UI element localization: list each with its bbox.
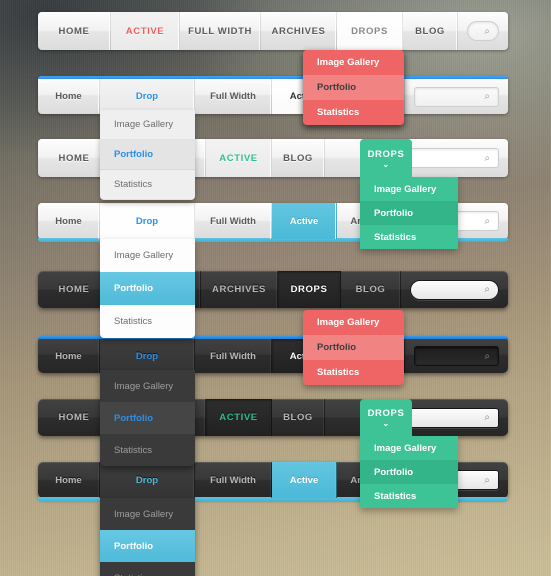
dropdown-item-image-gallery[interactable]: Image Gallery	[303, 50, 404, 75]
dropdown-item-statistics[interactable]: Statistics	[100, 434, 195, 466]
dropdown-item-image-gallery[interactable]: Image Gallery	[100, 370, 195, 402]
dropdown-drop-light[interactable]: Image Gallery Portfolio Statistics	[100, 110, 195, 200]
dropdown-drops-red[interactable]: Image Gallery Portfolio Statistics	[303, 310, 404, 385]
search-icon: ⌕	[484, 152, 490, 164]
dropdown-item-image-gallery[interactable]: Image Gallery	[360, 177, 458, 201]
tab-home[interactable]: Home	[38, 79, 100, 114]
tab-drops[interactable]: DROPS	[337, 12, 403, 50]
search-container[interactable]: ⌕	[405, 339, 508, 373]
dropdown-drop-dark-cyan[interactable]: Image Gallery Portfolio Statistics	[100, 498, 195, 576]
search-icon: ⌕	[484, 412, 490, 423]
tab-full-width[interactable]: Full Width	[195, 79, 272, 114]
search-input[interactable]: ⌕	[467, 21, 499, 41]
tab-active[interactable]: Active	[272, 462, 337, 498]
search-container[interactable]: ⌕	[458, 12, 508, 50]
tab-drop[interactable]: Drop	[100, 339, 195, 373]
dropdown-item-portfolio[interactable]: Portfolio	[100, 272, 195, 305]
tab-archives[interactable]: ARCHIVES	[261, 12, 337, 50]
dropdown-item-portfolio[interactable]: Portfolio	[100, 140, 195, 170]
tab-active[interactable]: ACTIVE	[111, 12, 180, 50]
dropdown-item-statistics[interactable]: Statistics	[100, 305, 195, 338]
dropdown-item-statistics[interactable]: Statistics	[360, 484, 458, 508]
dropdown-item-image-gallery[interactable]: Image Gallery	[100, 498, 195, 530]
dropdown-drops-red[interactable]: Image Gallery Portfolio Statistics	[303, 50, 404, 125]
tab-home[interactable]: HOME	[38, 12, 111, 50]
tab-home[interactable]: Home	[38, 203, 100, 239]
search-container[interactable]: ⌕	[405, 79, 508, 114]
chevron-down-icon: ⌄	[382, 159, 390, 169]
search-icon: ⌕	[484, 284, 490, 295]
dropdown-item-statistics[interactable]: Statistics	[303, 360, 404, 385]
search-icon: ⌕	[484, 25, 490, 37]
tab-blog[interactable]: BLOG	[272, 139, 325, 177]
tab-drops-green[interactable]: DROPS ⌄	[360, 399, 412, 436]
tab-drops-label: DROPS	[367, 408, 405, 419]
chevron-down-icon: ⌄	[382, 419, 390, 428]
tab-full-width[interactable]: Full Width	[195, 462, 272, 498]
tab-blog[interactable]: BLOG	[272, 399, 325, 436]
tab-active[interactable]: ACTIVE	[206, 399, 272, 436]
tab-active[interactable]: ACTIVE	[206, 139, 272, 177]
search-icon: ⌕	[484, 215, 490, 227]
navbar-light-blue[interactable]: Home Drop Full Width Active Archives ⌕	[38, 76, 508, 114]
navbar-dark-blue[interactable]: Home Drop Full Width Active Archives ⌕	[38, 336, 508, 373]
tab-archives[interactable]: ARCHIVES	[201, 271, 278, 308]
search-input[interactable]: ⌕	[410, 279, 499, 300]
search-icon: ⌕	[484, 350, 490, 362]
dropdown-item-statistics[interactable]: Statistics	[303, 100, 404, 125]
dropdown-item-portfolio[interactable]: Portfolio	[100, 402, 195, 434]
dropdown-item-portfolio[interactable]: Portfolio	[303, 75, 404, 100]
tab-full-width[interactable]: FULL WIDTH	[180, 12, 261, 50]
dropdown-drop-cyan[interactable]: Image Gallery Portfolio Statistics	[100, 239, 195, 338]
dropdown-item-statistics[interactable]: Statistics	[100, 562, 195, 576]
dropdown-item-image-gallery[interactable]: Image Gallery	[100, 239, 195, 272]
tab-drops-green[interactable]: DROPS ⌄	[360, 139, 412, 177]
dropdown-item-portfolio[interactable]: Portfolio	[360, 201, 458, 225]
tab-full-width[interactable]: Full Width	[195, 203, 272, 239]
tab-drop[interactable]: Drop	[100, 203, 195, 239]
tab-home[interactable]: Home	[38, 462, 100, 498]
tab-active[interactable]: Active	[272, 203, 337, 239]
tab-drop[interactable]: Drop	[100, 462, 195, 498]
dropdown-drops-green[interactable]: Image Gallery Portfolio Statistics	[360, 177, 458, 249]
dropdown-drops-green[interactable]: Image Gallery Portfolio Statistics	[360, 436, 458, 508]
search-icon: ⌕	[484, 474, 490, 486]
dropdown-item-statistics[interactable]: Statistics	[360, 225, 458, 249]
tab-drops[interactable]: DROPS	[278, 271, 341, 308]
dropdown-item-portfolio[interactable]: Portfolio	[303, 335, 404, 360]
search-input[interactable]: ⌕	[414, 346, 499, 366]
tab-blog[interactable]: BLOG	[403, 12, 458, 50]
dropdown-item-portfolio[interactable]: Portfolio	[100, 530, 195, 562]
search-input[interactable]: ⌕	[414, 86, 499, 107]
navbar-light-red[interactable]: HOME ACTIVE FULL WIDTH ARCHIVES DROPS BL…	[38, 12, 508, 50]
dropdown-item-image-gallery[interactable]: Image Gallery	[303, 310, 404, 335]
tab-home[interactable]: Home	[38, 339, 100, 373]
tab-drop[interactable]: Drop	[100, 79, 195, 114]
tab-blog[interactable]: BLOG	[341, 271, 401, 308]
tab-full-width[interactable]: Full Width	[195, 339, 272, 373]
dropdown-item-image-gallery[interactable]: Image Gallery	[100, 110, 195, 140]
dropdown-item-statistics[interactable]: Statistics	[100, 170, 195, 200]
tab-drops-label: DROPS	[367, 148, 405, 160]
dropdown-item-portfolio[interactable]: Portfolio	[360, 460, 458, 484]
dropdown-drop-dark[interactable]: Image Gallery Portfolio Statistics	[100, 370, 195, 466]
search-container[interactable]: ⌕	[401, 271, 508, 308]
dropdown-item-image-gallery[interactable]: Image Gallery	[360, 436, 458, 460]
search-icon: ⌕	[484, 91, 490, 102]
